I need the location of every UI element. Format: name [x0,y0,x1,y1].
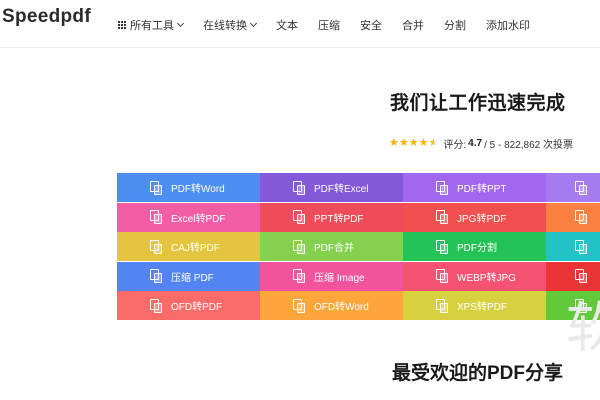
tool-tile-label: WEBP转JPG [457,272,516,284]
nav-item-label: 添加水印 [486,20,530,32]
document-convert-icon [435,269,449,283]
document-convert-icon [149,298,163,313]
document-convert-icon [292,298,306,313]
nav-item[interactable]: 添加水印 [486,17,530,33]
document-convert-icon [292,180,306,195]
tool-tile-label: OFD转PDF [171,302,223,313]
document-convert-icon [149,239,163,254]
rating-prefix: 评分: [443,140,467,151]
nav-item-label: 在线转换 [203,20,247,32]
tool-tile[interactable]: PDF转Excel [260,173,403,202]
nav-item[interactable]: 压缩 [318,17,340,33]
tool-tile-label: OFD转Word [314,302,369,313]
nav-item-label: 分割 [444,20,466,32]
nav-item-label: 文本 [276,20,298,32]
tool-tile-label: JPG转PDF [457,213,507,225]
chevron-down-icon [176,19,185,28]
nav-item[interactable]: 合并 [402,17,424,33]
tool-tile[interactable]: 压缩 PDF [117,261,260,291]
document-convert-icon [292,239,306,254]
tool-tile-label: 压缩 Image [314,272,365,284]
star-half-icon: ★ [428,137,439,149]
tool-tile-label: 压缩 PDF [171,272,214,284]
document-convert-icon [435,239,449,254]
tool-tile[interactable]: WEBP转JPG [403,261,546,291]
main-nav: 所有工具 在线转换 文本 压缩 安全 合并 分割 添加水印 [118,17,550,33]
nav-item[interactable]: 在线转换 [203,17,258,33]
rating-stars: ★ ★ ★ ★ ★ [389,138,438,149]
tool-tile-label: PDF分割 [457,243,497,254]
nav-item-label: 所有工具 [130,20,174,32]
document-convert-icon [149,180,163,195]
tool-grid: PDF转Word PDF转Excel PDF转PPT Excel转PDF PPT转PDF… [117,173,600,321]
tool-tile[interactable] [546,232,600,261]
nav-item-label: 安全 [360,20,382,32]
tool-tile[interactable]: PDF合并 [260,232,403,261]
document-convert-icon [435,298,449,313]
nav-item[interactable]: 分割 [444,17,466,33]
document-convert-icon [292,269,306,283]
star-icon: ★ [408,137,419,149]
rating-votes: / 5 - 822,862 次投票 [484,140,573,151]
star-icon: ★ [418,137,429,149]
nav-item[interactable]: 安全 [360,17,382,33]
tool-tile[interactable]: 压缩 Image [260,261,403,291]
tool-tile-label: PDF转PPT [457,184,507,195]
star-icon: ★ [389,137,399,149]
document-convert-icon [435,210,449,224]
site-logo[interactable]: Speedpdf [2,6,91,28]
tool-tile[interactable]: CAJ转PDF [117,232,260,261]
tool-tile-label: Excel转PDF [171,213,226,225]
watermark-glyph: 软 [566,296,600,359]
document-convert-icon [435,180,449,195]
document-convert-icon [149,269,163,283]
tool-tile[interactable]: PDF转Word [117,173,260,202]
tool-tile[interactable] [546,202,600,232]
nav-item[interactable]: 所有工具 [118,17,185,33]
tool-tile[interactable]: PPT转PDF [260,202,403,232]
tool-tile[interactable]: JPG转PDF [403,202,546,232]
site-header: Speedpdf 所有工具 在线转换 文本 压缩 安全 合并 分割 添加水印 [0,0,600,48]
tool-tile-label: PDF合并 [314,243,354,254]
document-convert-icon [574,180,588,195]
document-convert-icon [149,210,163,224]
tool-tile[interactable]: OFD转PDF [117,291,260,320]
rating-score: 4.7 [468,138,483,149]
tool-tile-label: CAJ转PDF [171,243,220,254]
rating-bar: ★ ★ ★ ★ ★ 评分: 4.7 / 5 - 822,862 次投票 [389,136,573,152]
nav-item-label: 压缩 [318,20,340,32]
document-convert-icon [574,239,588,254]
tool-tile-label: PDF转Excel [314,184,369,195]
tool-tile[interactable]: Excel转PDF [117,202,260,232]
tool-tile[interactable]: XPS转PDF [403,291,546,320]
hero-title: 我们让工作迅速完成 [390,93,566,114]
tool-tile[interactable]: OFD转Word [260,291,403,320]
document-convert-icon [574,269,588,283]
tool-tile[interactable] [546,173,600,202]
nav-item-label: 合并 [402,20,424,32]
tool-tile-label: XPS转PDF [457,302,508,313]
grid-menu-icon [118,21,126,29]
chevron-down-icon [249,19,258,28]
document-convert-icon [292,210,306,224]
tool-tile-label: PDF转Word [171,184,225,195]
tool-tile[interactable]: PDF分割 [403,232,546,261]
tool-tile-label: PPT转PDF [314,213,364,225]
tool-tile[interactable]: PDF转PPT [403,173,546,202]
nav-item[interactable]: 文本 [276,17,298,33]
document-convert-icon [574,210,588,224]
star-icon: ★ [398,137,409,149]
section-title: 最受欢迎的PDF分享 [392,363,564,384]
